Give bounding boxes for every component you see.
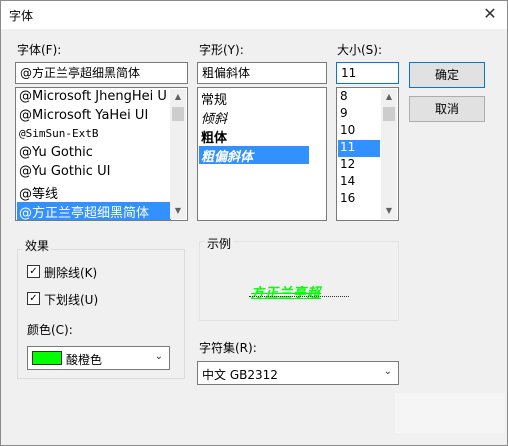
sample-focus-line — [249, 296, 349, 297]
effects-label: 效果 — [23, 237, 52, 254]
color-label: 颜色(C): — [27, 323, 73, 337]
list-item[interactable]: @SimSun-ExtB — [17, 127, 171, 145]
list-item[interactable]: 9 — [338, 106, 380, 123]
list-item[interactable]: @Yu Gothic — [17, 145, 171, 165]
sample-label: 示例 — [205, 235, 234, 252]
strikeout-checkbox[interactable]: ✓ — [27, 265, 40, 278]
color-swatch — [32, 351, 62, 365]
sample-group — [199, 241, 399, 321]
charset-dropdown[interactable]: 中文 GB2312 ⌄ — [197, 361, 399, 385]
charset-value: 中文 GB2312 — [202, 368, 278, 382]
list-item[interactable]: 16 — [338, 191, 380, 208]
check-icon: ✓ — [29, 266, 38, 277]
list-item[interactable]: 10 — [338, 123, 380, 140]
size-label: 大小(S): — [337, 43, 383, 57]
scroll-thumb[interactable] — [383, 107, 395, 121]
list-item-selected[interactable]: 粗偏斜体 — [199, 146, 309, 164]
sample-text: 方正兰亭超 — [251, 286, 322, 301]
list-item[interactable]: 8 — [338, 89, 380, 106]
strikeout-label: 删除线(K) — [44, 266, 98, 280]
color-dropdown[interactable]: 酸橙色 ⌄ — [27, 346, 170, 370]
underline-checkbox[interactable]: ✓ — [27, 292, 40, 305]
charset-label: 字符集(R): — [199, 341, 257, 355]
font-dialog: 字体 ✕ 字体(F): @方正兰亭超细黑简体 @Microsoft JhengH… — [0, 0, 508, 446]
scroll-down-icon[interactable]: ▼ — [381, 203, 397, 219]
chevron-down-icon: ⌄ — [154, 351, 163, 362]
list-item[interactable]: 12 — [338, 157, 380, 174]
dialog-title: 字体 — [9, 9, 34, 23]
scroll-up-icon[interactable]: ▲ — [381, 89, 397, 105]
ok-button[interactable]: 确定 — [409, 62, 485, 88]
scroll-thumb[interactable] — [172, 107, 184, 121]
chevron-down-icon: ⌄ — [383, 366, 392, 377]
style-input[interactable]: 粗偏斜体 — [197, 62, 327, 84]
title-bar: 字体 ✕ — [1, 1, 507, 29]
scroll-down-icon[interactable]: ▼ — [170, 203, 186, 219]
style-list[interactable]: 常规 倾斜 粗体 粗偏斜体 — [197, 87, 327, 221]
list-item[interactable]: @等线 — [17, 183, 171, 203]
size-list[interactable]: 8 9 10 11 12 14 16 ▲ ▼ — [336, 87, 399, 221]
check-icon: ✓ — [29, 293, 38, 304]
font-name-input[interactable]: @方正兰亭超细黑简体 — [15, 62, 188, 84]
font-label: 字体(F): — [17, 43, 62, 57]
size-input[interactable]: 11 — [336, 62, 399, 84]
list-item[interactable]: @Microsoft JhengHei U — [17, 89, 171, 109]
font-list-scrollbar[interactable]: ▲ ▼ — [170, 89, 186, 219]
scroll-up-icon[interactable]: ▲ — [170, 89, 186, 105]
font-list[interactable]: @Microsoft JhengHei U @Microsoft YaHei U… — [15, 87, 188, 221]
list-item[interactable]: 倾斜 — [199, 108, 309, 128]
list-item[interactable]: 常规 — [199, 89, 309, 109]
list-item-selected[interactable]: @方正兰亭超细黑简体 — [17, 202, 171, 220]
color-value: 酸橙色 — [66, 353, 103, 367]
list-item-selected[interactable]: 11 — [338, 140, 380, 157]
list-item[interactable]: 14 — [338, 174, 380, 191]
close-icon[interactable]: ✕ — [481, 5, 499, 23]
list-item[interactable]: @Microsoft YaHei UI — [17, 108, 171, 128]
style-label: 字形(Y): — [199, 43, 244, 57]
list-item[interactable]: @Yu Gothic UI — [17, 164, 171, 184]
list-item[interactable]: 粗体 — [199, 127, 309, 147]
cancel-button[interactable]: 取消 — [409, 96, 485, 122]
size-list-scrollbar[interactable]: ▲ ▼ — [381, 89, 397, 219]
underline-label: 下划线(U) — [44, 293, 99, 307]
blurred-area — [395, 393, 505, 433]
